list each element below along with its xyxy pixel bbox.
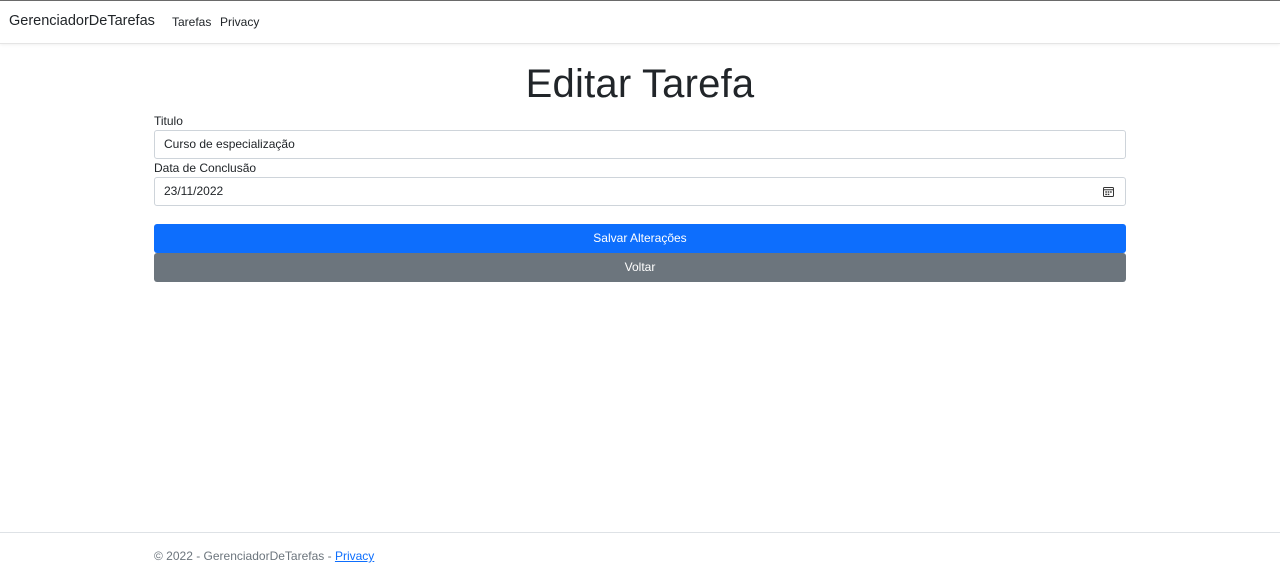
navbar-brand[interactable]: GerenciadorDeTarefas (9, 13, 155, 29)
data-conclusao-value: 23/11/2022 (164, 184, 224, 198)
navbar: GerenciadorDeTarefas Tarefas Privacy (0, 1, 1280, 44)
footer: © 2022 - GerenciadorDeTarefas - Privacy (0, 532, 1280, 572)
calendar-icon[interactable] (1103, 186, 1114, 197)
data-conclusao-label: Data de Conclusão (154, 161, 257, 175)
page-title: Editar Tarefa (525, 62, 755, 106)
nav-link-privacy[interactable]: Privacy (220, 15, 259, 29)
titulo-label: Titulo (154, 114, 183, 128)
voltar-button[interactable]: Voltar (154, 253, 1126, 282)
data-conclusao-input[interactable]: 23/11/2022 (154, 177, 1126, 206)
nav-link-tarefas[interactable]: Tarefas (172, 15, 211, 29)
salvar-alteracoes-button[interactable]: Salvar Alterações (154, 224, 1126, 253)
footer-text: © 2022 - GerenciadorDeTarefas - Privacy (154, 549, 374, 563)
titulo-input[interactable]: Curso de especialização (154, 130, 1126, 159)
footer-privacy-link[interactable]: Privacy (335, 549, 374, 563)
footer-copyright: © 2022 - GerenciadorDeTarefas - (154, 549, 335, 563)
